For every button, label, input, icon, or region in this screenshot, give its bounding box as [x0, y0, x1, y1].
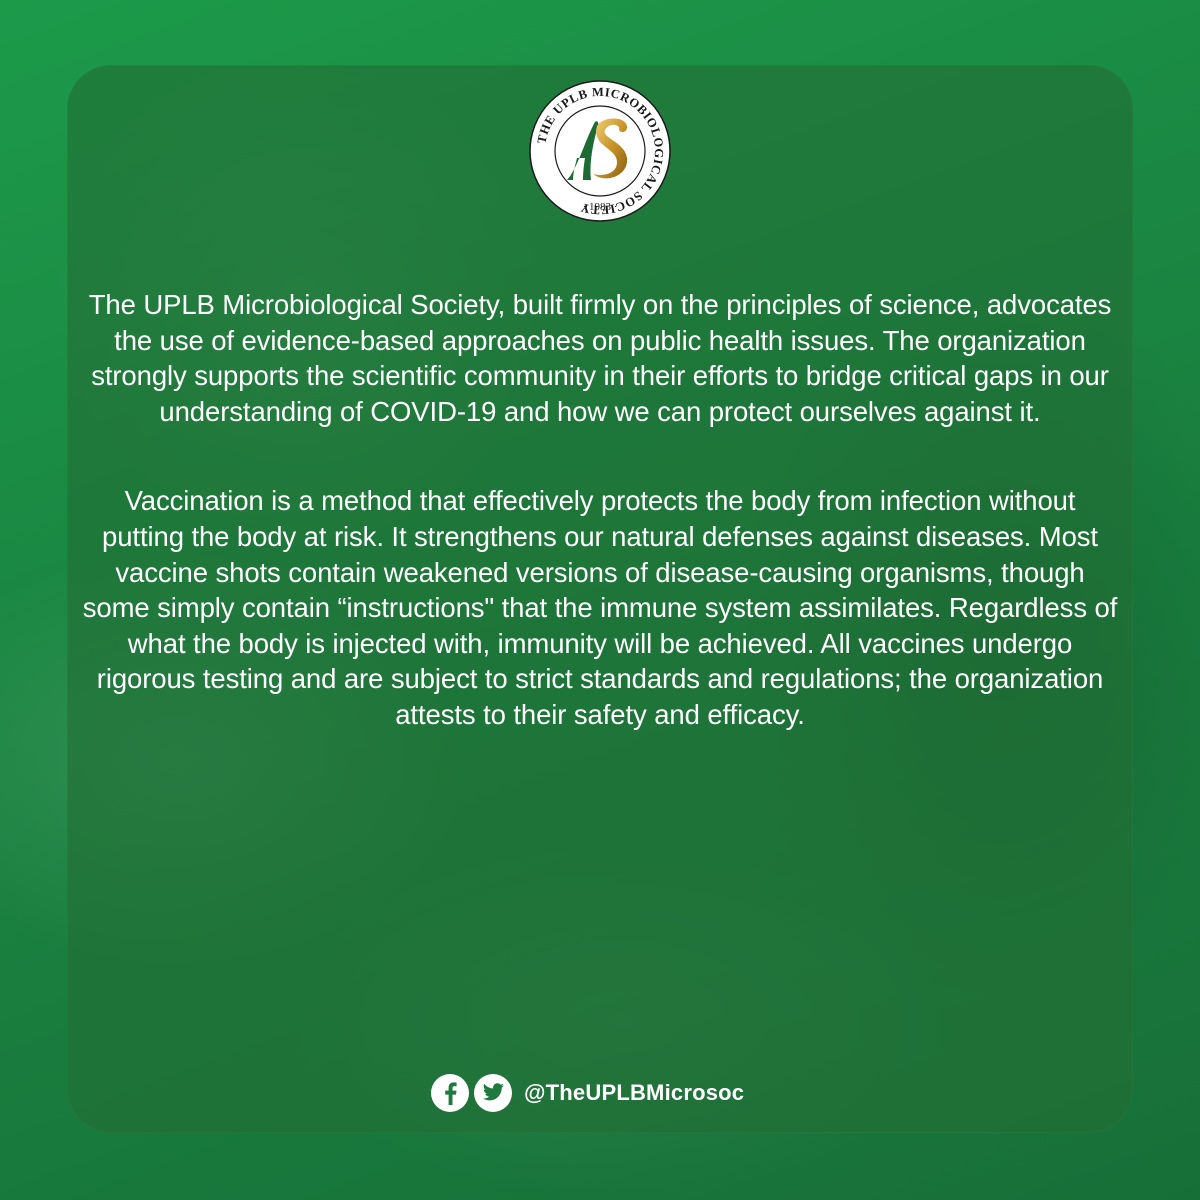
facebook-icon[interactable]	[431, 1074, 469, 1112]
social-handle[interactable]: @TheUPLBMicrosoc	[524, 1080, 744, 1106]
statement-text: The UPLB Microbiological Society, built …	[80, 287, 1120, 733]
society-logo: THE UPLB MICROBIOLOGICAL SOCIETY · 1983 …	[529, 80, 671, 222]
social-links: @TheUPLBMicrosoc	[431, 1074, 744, 1112]
logo-year: · 1983 ·	[583, 201, 618, 213]
statement-paragraph-1: The UPLB Microbiological Society, built …	[88, 289, 1112, 427]
twitter-icon[interactable]	[474, 1074, 512, 1112]
statement-paragraph-2: Vaccination is a method that effectively…	[82, 485, 1118, 730]
